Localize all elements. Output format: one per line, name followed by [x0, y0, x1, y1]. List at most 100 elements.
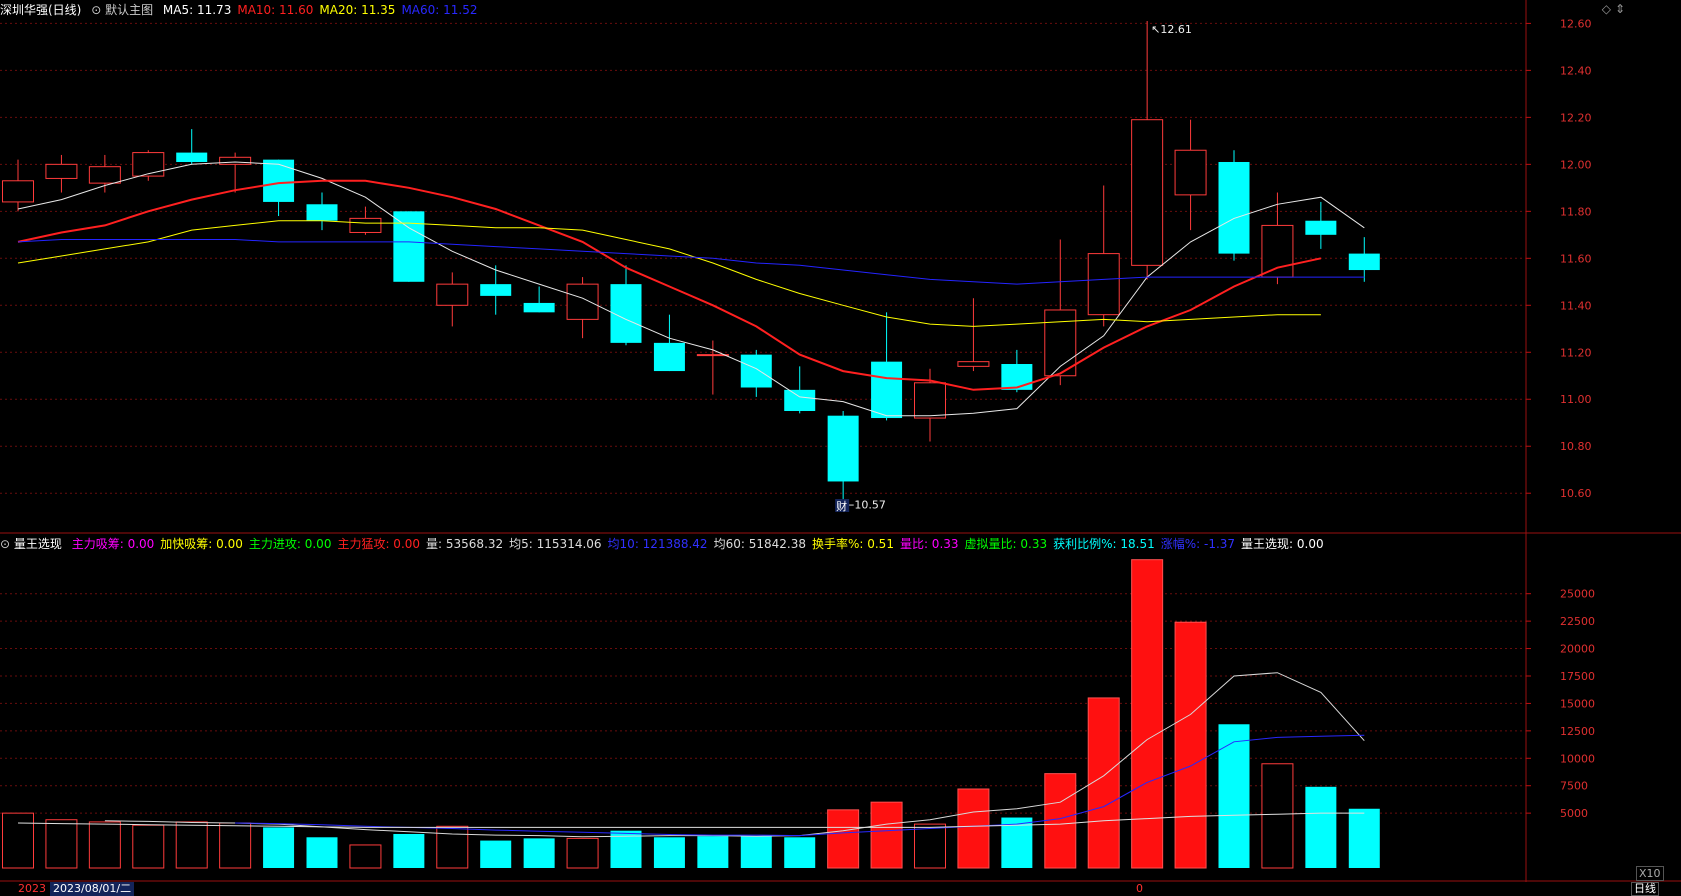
ma-label-1: MA10: 11.60 — [237, 3, 314, 17]
candle-body — [132, 152, 165, 177]
volume-bar — [1218, 724, 1250, 868]
price-tick-label: 11.80 — [1560, 205, 1592, 218]
indicator-toggle[interactable]: ⊙ 量王选现 — [0, 537, 62, 551]
volume-bar — [1261, 763, 1294, 869]
candle-body — [263, 159, 295, 202]
price-tick-label: 11.20 — [1560, 346, 1592, 359]
low-price-mark: ←10.57 — [845, 498, 886, 511]
price-tick-label: 12.00 — [1560, 158, 1592, 171]
candle-body — [1218, 161, 1250, 254]
volume-bar — [957, 788, 990, 869]
candle-body — [1348, 253, 1380, 271]
ma-line-ma20 — [17, 220, 1321, 327]
volume-bar — [393, 833, 425, 868]
volume-tick-label: 12500 — [1560, 725, 1595, 738]
scroll-arrows-icon[interactable]: ⇕ — [1615, 2, 1625, 16]
stock-title[interactable]: 深圳华强(日线) — [0, 3, 81, 17]
volume-bar — [2, 812, 34, 869]
candle-body — [45, 163, 78, 179]
high-price-mark: ↖12.61 — [1151, 23, 1192, 36]
volume-bar — [1305, 786, 1337, 868]
ma-label-2: MA20: 11.35 — [319, 3, 396, 17]
volume-bar — [653, 837, 685, 868]
indicator-label-8: 换手率%: 0.51 — [811, 537, 894, 551]
indicator-label-0: 主力吸筹: 0.00 — [71, 537, 155, 551]
ma-label-0: MA5: 11.73 — [162, 3, 232, 17]
volume-bar — [88, 821, 121, 869]
indicator-label-1: 加快吸筹: 0.00 — [160, 537, 243, 551]
kline-chart[interactable]: 12.60 12.40 12.20 12.00 11.80 11.60 11.40 11.20… — [0, 0, 1681, 896]
template-toggle[interactable]: ⊙ 默认主图 — [91, 3, 153, 17]
candle-body — [176, 152, 208, 162]
indicator-label-3: 主力猛攻: 0.00 — [337, 537, 421, 551]
price-tick-label: 11.00 — [1560, 393, 1592, 406]
volume-bar — [306, 837, 338, 868]
diamond-icon[interactable]: ◇ — [1602, 2, 1611, 16]
volume-bar — [740, 836, 772, 868]
candle-body — [480, 284, 512, 296]
date-axis-bar: 2023 2023/08/01/二 0 日线 — [0, 882, 1681, 896]
candle-body — [1131, 119, 1164, 266]
volume-bar — [784, 837, 816, 868]
candle-body — [523, 302, 555, 313]
indicator-label-10: 虚拟量比: 0.33 — [964, 537, 1048, 551]
volume-bar — [436, 825, 469, 869]
volume-bar — [263, 827, 295, 868]
template-label: 默认主图 — [105, 3, 154, 17]
price-tick-label: 10.60 — [1560, 487, 1592, 500]
indicator-label-7: 均60: 51842.38 — [713, 537, 806, 551]
price-tick-label: 10.80 — [1560, 440, 1592, 453]
volume-bar — [1044, 773, 1077, 869]
candle-body — [1087, 253, 1120, 316]
volume-tick-label: 7500 — [1560, 780, 1588, 793]
volume-tick-label: 25000 — [1560, 588, 1595, 601]
axis-marker: 0 — [1136, 882, 1143, 895]
indicator-name: 量王选现 — [13, 537, 62, 551]
indicator-label-4: 量: 53568.32 — [426, 537, 504, 551]
volume-bar — [175, 821, 208, 869]
indicator-label-6: 均10: 121388.42 — [607, 537, 708, 551]
candle-body — [1305, 220, 1337, 235]
candle-body — [566, 283, 599, 320]
price-tick-label: 11.60 — [1560, 252, 1592, 265]
volume-bar — [523, 838, 555, 868]
volume-tick-label: 10000 — [1560, 752, 1595, 765]
volume-bar — [219, 822, 252, 869]
candle-body — [784, 389, 816, 411]
volume-bar — [349, 844, 382, 869]
indicator-label-5: 均5: 115314.06 — [509, 537, 602, 551]
indicator-label-11: 获利比例%: 18.51 — [1053, 537, 1155, 551]
volume-tick-label: 5000 — [1560, 807, 1588, 820]
indicator-header: ⊙ 量王选现 主力吸筹: 0.00 加快吸筹: 0.00 主力进攻: 0.00 主力猛… — [0, 534, 1336, 554]
candle-body — [957, 361, 990, 367]
indicator-values: 主力吸筹: 0.00 加快吸筹: 0.00 主力进攻: 0.00 主力猛攻: 0.00… — [72, 537, 1330, 551]
candle-body — [393, 211, 425, 282]
candle-body — [2, 180, 34, 203]
date-axis-year: 2023 — [18, 882, 46, 895]
candle-body — [219, 156, 252, 165]
zoom-x10-button[interactable]: X10 — [1636, 866, 1664, 881]
volume-bar — [1348, 808, 1380, 868]
volume-bar — [132, 824, 165, 869]
candle-body — [88, 166, 121, 184]
volume-bar — [827, 809, 860, 869]
volume-tick-label: 20000 — [1560, 643, 1595, 656]
candle-body — [306, 204, 338, 221]
volume-tick-label: 22500 — [1560, 615, 1595, 628]
period-button[interactable]: 日线 — [1631, 882, 1659, 896]
volume-bar — [480, 840, 512, 868]
ma-labels: MA5: 11.73 MA10: 11.60 MA20: 11.35 MA60: 11… — [163, 3, 484, 17]
candle-body — [349, 217, 382, 233]
candle-body — [871, 361, 903, 419]
indicator-label-9: 量比: 0.33 — [899, 537, 959, 551]
candle-body — [1261, 224, 1294, 278]
volume-bar — [566, 837, 599, 869]
price-tick-label: 12.60 — [1560, 17, 1592, 30]
indicator-label-12: 涨幅%: -1.37 — [1160, 537, 1236, 551]
candle-body — [740, 354, 772, 388]
indicator-label-13: 量王选现: 0.00 — [1241, 537, 1324, 551]
volume-tick-label: 17500 — [1560, 670, 1595, 683]
candle-body — [610, 284, 642, 343]
price-tick-label: 12.20 — [1560, 111, 1592, 124]
volume-bar — [45, 819, 78, 869]
